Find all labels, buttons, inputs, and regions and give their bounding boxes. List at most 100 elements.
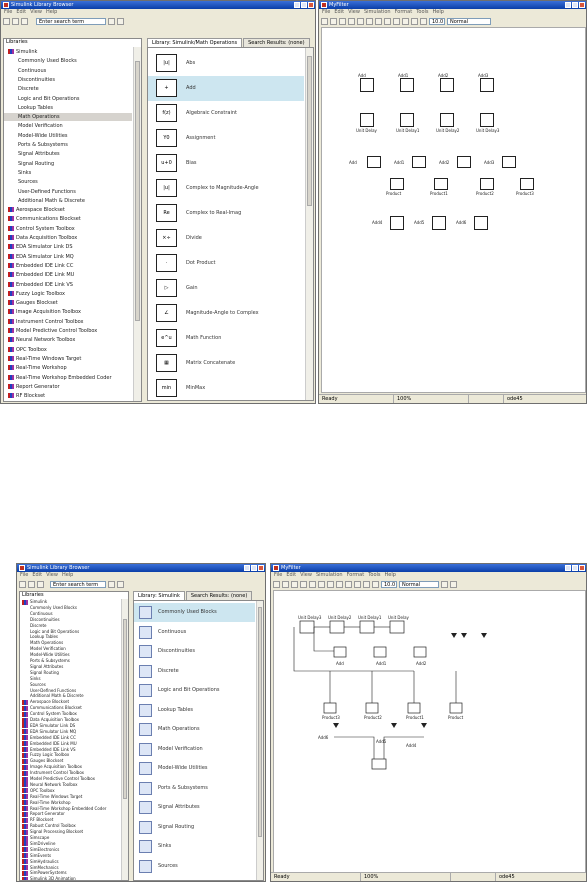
menu-file[interactable]: File (322, 9, 330, 16)
minimize-button[interactable] (565, 565, 571, 571)
model-block[interactable] (367, 156, 381, 168)
block-list-item[interactable]: Lookup Tables (134, 701, 255, 720)
model-block[interactable] (457, 156, 471, 168)
paste-icon[interactable] (327, 580, 334, 588)
redo-icon[interactable] (393, 17, 400, 25)
build-icon[interactable] (441, 580, 448, 588)
menu-help[interactable]: Help (62, 572, 73, 579)
sim-mode-select[interactable]: Normal (447, 17, 491, 25)
tree-item[interactable]: Discontinuities (4, 76, 132, 84)
menu-format[interactable]: Format (347, 572, 365, 579)
block-list-item[interactable]: Re Complex to Real-Imag (148, 201, 304, 226)
close-button[interactable] (258, 565, 264, 571)
open-icon[interactable] (28, 580, 35, 588)
block-list-item[interactable]: Commonly Used Blocks (134, 603, 255, 622)
block-list-item[interactable]: Logic and Bit Operations (134, 681, 255, 700)
menu-edit[interactable]: Edit (16, 9, 26, 16)
block-list-item[interactable]: ▷ Gain (148, 276, 304, 301)
tree-item[interactable]: Instrument Control Toolbox (4, 318, 132, 326)
tree-item[interactable]: Image Acquisition Toolbox (4, 308, 132, 316)
menu-view[interactable]: View (300, 572, 312, 579)
tree-item[interactable]: Math Operations (4, 113, 132, 122)
minimize-button[interactable] (294, 2, 300, 8)
tree-item[interactable]: Embedded IDE Link MU (4, 271, 132, 279)
print-icon[interactable] (348, 17, 355, 25)
cut-icon[interactable] (357, 17, 364, 25)
minimize-button[interactable] (244, 565, 250, 571)
menu-tools[interactable]: Tools (368, 572, 380, 579)
pin-icon[interactable] (21, 17, 28, 25)
tree-item[interactable]: Ports & Subsystems (4, 141, 132, 149)
block-list-item[interactable]: |u| Abs (148, 51, 304, 76)
block-list-item[interactable]: min MinMax (148, 376, 304, 400)
stop-time-input[interactable]: 10.0 (381, 580, 397, 588)
model-block[interactable] (520, 178, 534, 190)
tree-item[interactable]: Logic and Bit Operations (4, 95, 132, 103)
paste-icon[interactable] (375, 17, 382, 25)
menu-help[interactable]: Help (433, 9, 444, 16)
block-list-item[interactable]: ▦ Matrix Concatenate (148, 351, 304, 376)
top-library-title-bar[interactable]: Simulink Library Browser (1, 1, 315, 9)
print-icon[interactable] (300, 580, 307, 588)
block-list-item[interactable]: f(z) Algebraic Constraint (148, 101, 304, 126)
menu-edit[interactable]: Edit (334, 9, 344, 16)
tree-item[interactable]: Communications Blockset (4, 215, 132, 223)
block-list-item[interactable]: + Add (148, 76, 304, 101)
model-block[interactable] (434, 178, 448, 190)
copy-icon[interactable] (366, 17, 373, 25)
tree-item[interactable]: Signal Routing (4, 160, 132, 168)
tree-item[interactable]: Data Acquisition Toolbox (4, 234, 132, 242)
copy-icon[interactable] (318, 580, 325, 588)
menu-view[interactable]: View (46, 572, 58, 579)
find-input[interactable]: Enter search term (50, 580, 106, 588)
block-list-item[interactable]: Model Verification (134, 740, 255, 759)
stop-icon[interactable] (372, 580, 379, 588)
model-block[interactable] (474, 216, 488, 230)
play-icon[interactable] (363, 580, 370, 588)
maximize-button[interactable] (251, 565, 257, 571)
menu-file[interactable]: File (274, 572, 282, 579)
tree-item[interactable]: Lookup Tables (4, 104, 132, 112)
sim-mode-select[interactable]: Normal (399, 580, 439, 588)
tree-item[interactable]: Real-Time Workshop Embedded Coder (4, 374, 132, 382)
top-tree-scrollbar[interactable] (133, 47, 141, 401)
save-icon[interactable] (291, 580, 298, 588)
block-list-item[interactable]: Sinks (134, 837, 255, 856)
library-icon[interactable] (402, 17, 409, 25)
pin-icon[interactable] (37, 580, 44, 588)
tree-item[interactable]: Report Generator (4, 383, 132, 391)
block-list-item[interactable]: Continuous (134, 623, 255, 642)
tree-item[interactable]: EDA Simulator Link MQ (4, 253, 132, 261)
top-blocks-scrollbar[interactable] (305, 48, 313, 400)
tree-item[interactable]: Real-Time Workshop (4, 364, 132, 372)
tree-item[interactable]: User-Defined Functions (4, 188, 132, 196)
tree-item[interactable]: Simulink (4, 48, 132, 56)
new-icon[interactable] (273, 580, 280, 588)
tree-item[interactable]: Neural Network Toolbox (4, 336, 132, 344)
model-block[interactable] (400, 113, 414, 127)
model-block[interactable] (432, 216, 446, 230)
minimize-button[interactable] (565, 2, 571, 8)
block-list-item[interactable]: · Dot Product (148, 251, 304, 276)
play-icon[interactable] (411, 17, 418, 25)
top-model-title-bar[interactable]: MyFilter (319, 1, 586, 9)
model-block[interactable] (440, 78, 454, 92)
menu-tools[interactable]: Tools (416, 9, 428, 16)
close-button[interactable] (579, 565, 585, 571)
top-model-canvas[interactable]: Add Add1 Add2 Add3 Unit Delay Unit Delay1 Unit… (321, 27, 586, 393)
bottom-tree-scrollbar[interactable] (121, 599, 128, 880)
model-block[interactable] (360, 78, 374, 92)
tree-item[interactable]: Signal Attributes (4, 150, 132, 158)
help-icon[interactable] (117, 580, 124, 588)
block-list-item[interactable]: |u| Complex to Magnitude-Angle (148, 176, 304, 201)
maximize-button[interactable] (572, 565, 578, 571)
tree-item[interactable]: Sources (4, 178, 132, 186)
block-list-item[interactable]: Discontinuities (134, 642, 255, 661)
menu-file[interactable]: File (20, 572, 28, 579)
model-block[interactable] (412, 156, 426, 168)
new-model-icon[interactable] (3, 17, 10, 25)
tree-item[interactable]: Control System Toolbox (4, 225, 132, 233)
tree-item[interactable]: EDA Simulator Link DS (4, 243, 132, 251)
model-block[interactable] (480, 113, 494, 127)
tab-search-results[interactable]: Search Results: (none) (243, 38, 310, 47)
